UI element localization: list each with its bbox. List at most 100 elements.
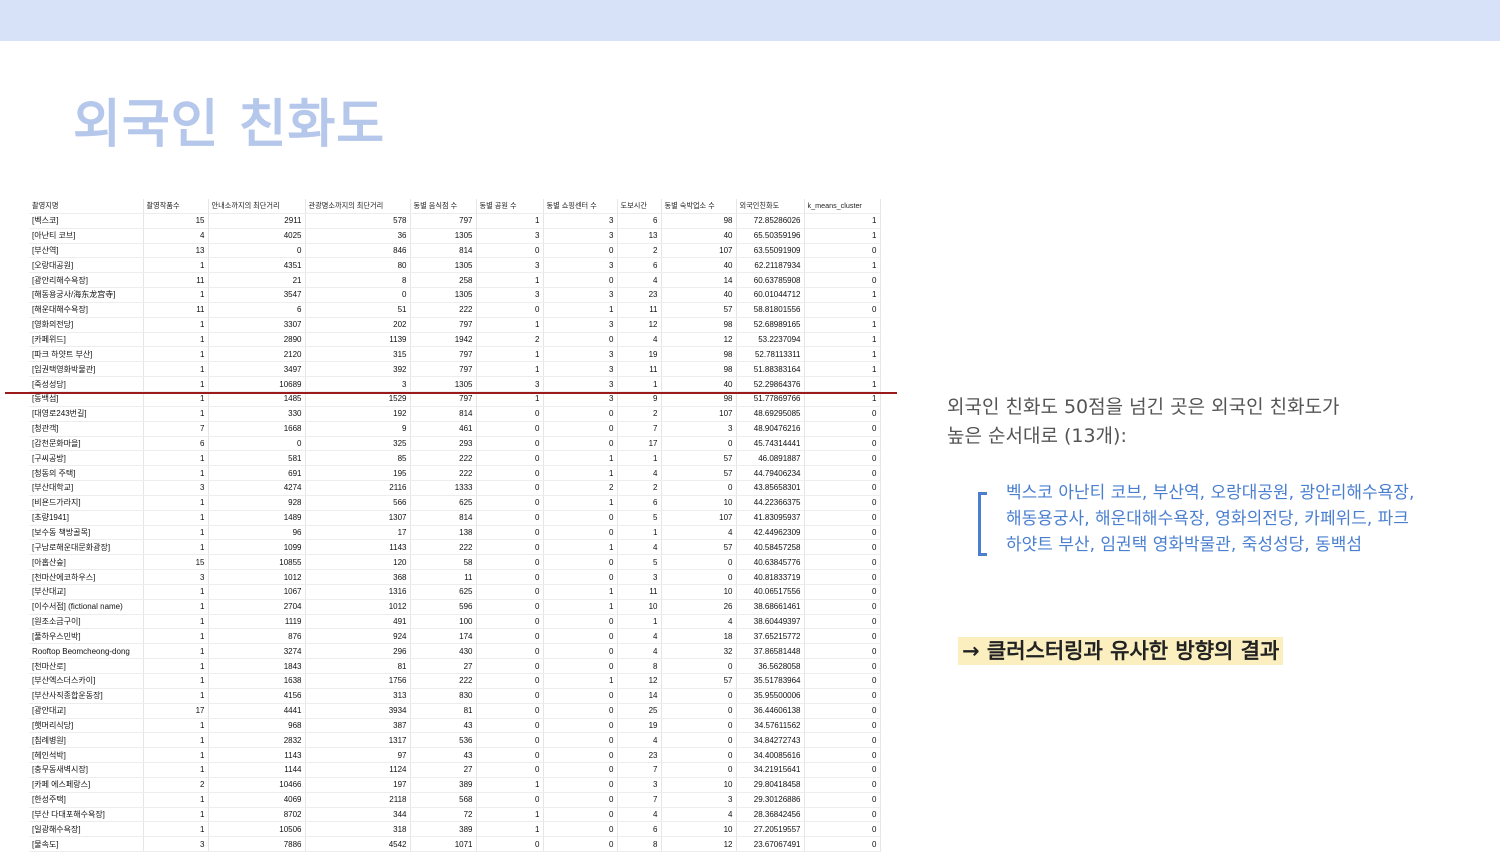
table-row: [부산대교] 1 1067 1316 625 0 1 11 10 40.06517556 0 bbox=[29, 584, 881, 600]
table-cell: 0 bbox=[543, 272, 618, 289]
table-cell: 296 bbox=[305, 643, 411, 660]
location-name-cell: [충무동새벽시장] bbox=[29, 762, 144, 778]
table-cell: 0 bbox=[476, 688, 544, 704]
table-cell: 3 bbox=[476, 257, 544, 274]
table-row: [아난티 코브] 4 4025 36 1305 3 3 13 40 65.50359196 1 bbox=[29, 228, 881, 244]
table-cell: 98 bbox=[661, 213, 737, 229]
table-cell: 0 bbox=[804, 436, 881, 452]
table-cell: 3 bbox=[543, 228, 618, 244]
table-cell: 0 bbox=[543, 554, 618, 571]
location-name-cell: [해운대해수욕장] bbox=[29, 302, 144, 318]
table-row: [광안리해수욕장] 11 21 8 258 1 0 4 14 60.63785908 0 bbox=[29, 272, 881, 289]
table-cell: 1 bbox=[143, 688, 209, 704]
table-cell: 0 bbox=[476, 747, 544, 764]
table-cell: 0 bbox=[543, 807, 618, 823]
table-cell: 1 bbox=[804, 213, 881, 229]
location-name-cell: [부산 다대포해수욕장] bbox=[29, 807, 144, 823]
table-cell: 8702 bbox=[208, 807, 306, 823]
location-name-cell: [풀하우스민박] bbox=[29, 628, 144, 645]
table-cell: 9 bbox=[305, 421, 411, 437]
table-body: [벡스코] 15 2911 578 797 1 3 6 98 72.85286026 1 [아난티 코… bbox=[29, 213, 881, 852]
table-cell: 5 bbox=[617, 554, 662, 571]
table-cell: 0 bbox=[476, 673, 544, 689]
table-row: [물속도] 3 7886 4542 1071 0 0 8 12 23.67067491 0 bbox=[29, 836, 881, 852]
table-cell: 0 bbox=[804, 272, 881, 289]
table-cell: 34.21915641 bbox=[736, 762, 805, 778]
table-cell: 1 bbox=[543, 673, 618, 689]
table-cell: 4 bbox=[617, 272, 662, 289]
table-cell: 1668 bbox=[208, 421, 306, 437]
table-cell: 814 bbox=[410, 510, 477, 526]
table-header-row: 촬영지명 촬영작품수 안내소까지의 최단거리 관광명소까지의 최단거리 동별 음식점 수… bbox=[29, 199, 881, 214]
table-row: [죽성성당] 1 10689 3 1305 3 3 1 40 52.29864376 1 bbox=[29, 376, 881, 392]
column-header: 관광명소까지의 최단거리 bbox=[305, 199, 411, 214]
table-cell: 1 bbox=[143, 346, 209, 363]
table-cell: 0 bbox=[476, 302, 544, 318]
table-cell: 19 bbox=[617, 718, 662, 734]
table-cell: 325 bbox=[305, 436, 411, 452]
table-cell: 6 bbox=[208, 302, 306, 318]
table-cell: 1 bbox=[617, 450, 662, 467]
table-cell: 4156 bbox=[208, 688, 306, 704]
table-cell: 1 bbox=[804, 361, 881, 378]
table-cell: 1 bbox=[143, 762, 209, 778]
table-cell: 2911 bbox=[208, 213, 306, 229]
table-row: [헤인석박] 1 1143 97 43 0 0 23 0 34.40085616 0 bbox=[29, 747, 881, 764]
table-cell: 596 bbox=[410, 599, 477, 615]
table-cell: 581 bbox=[208, 450, 306, 467]
table-cell: 43 bbox=[410, 747, 477, 764]
table-cell: 10506 bbox=[208, 821, 306, 838]
table-cell: 1071 bbox=[410, 836, 477, 852]
table-cell: 1 bbox=[617, 525, 662, 541]
location-name-cell: [광안리해수욕장] bbox=[29, 272, 144, 289]
table-cell: 578 bbox=[305, 213, 411, 229]
table-cell: 222 bbox=[410, 673, 477, 689]
table-cell: 3 bbox=[661, 421, 737, 437]
table-cell: 1012 bbox=[305, 599, 411, 615]
table-row: [부산대학교] 3 4274 2116 1333 0 2 2 0 43.85658301 0 bbox=[29, 480, 881, 496]
table-cell: 0 bbox=[476, 406, 544, 422]
location-name-cell: [초량1941] bbox=[29, 510, 144, 526]
column-header: k_means_cluster bbox=[804, 199, 881, 214]
table-cell: 1 bbox=[543, 465, 618, 482]
table-cell: 10 bbox=[661, 495, 737, 511]
table-cell: 40 bbox=[661, 376, 737, 392]
table-cell: 3274 bbox=[208, 643, 306, 660]
location-name-cell: [원조소금구이] bbox=[29, 614, 144, 630]
table-cell: 1 bbox=[804, 332, 881, 348]
table-cell: 0 bbox=[476, 614, 544, 630]
table-cell: 4 bbox=[617, 643, 662, 660]
table-cell: 0 bbox=[804, 643, 881, 660]
table-cell: 10 bbox=[617, 599, 662, 615]
table-cell: 1 bbox=[143, 718, 209, 734]
column-header: 도보시간 bbox=[617, 199, 662, 214]
table-cell: 34.40085616 bbox=[736, 747, 805, 764]
table-cell: 36.44606138 bbox=[736, 703, 805, 719]
location-name-cell: [임권택영화박물관] bbox=[29, 361, 144, 378]
table-cell: 40 bbox=[661, 287, 737, 303]
table-cell: 34.84272743 bbox=[736, 732, 805, 749]
location-name-cell: [영화의전당] bbox=[29, 317, 144, 333]
table-cell: 0 bbox=[543, 243, 618, 259]
table-cell: 0 bbox=[543, 777, 618, 793]
table-cell: 3 bbox=[617, 777, 662, 793]
location-name-cell: [햇머리식당] bbox=[29, 718, 144, 734]
table-cell: 98 bbox=[661, 346, 737, 363]
table-cell: 0 bbox=[543, 436, 618, 452]
table-cell: 0 bbox=[305, 287, 411, 303]
table-cell: 4025 bbox=[208, 228, 306, 244]
table-cell: 1 bbox=[143, 643, 209, 660]
table-row: [구남로해운대문화광장] 1 1099 1143 222 0 1 4 57 40.58457258… bbox=[29, 539, 881, 556]
table-row: [구씨공방] 1 581 85 222 0 1 1 57 46.0891887 0 bbox=[29, 450, 881, 467]
table-cell: 318 bbox=[305, 821, 411, 838]
table-cell: 42.44962309 bbox=[736, 525, 805, 541]
location-name-cell: [오랑대공원] bbox=[29, 257, 144, 274]
table-cell: 0 bbox=[543, 718, 618, 734]
table-cell: 1 bbox=[143, 807, 209, 823]
table-cell: 1 bbox=[804, 257, 881, 274]
table-cell: 97 bbox=[305, 747, 411, 764]
table-cell: 1119 bbox=[208, 614, 306, 630]
table-cell: 37.86581448 bbox=[736, 643, 805, 660]
location-name-cell: [보수동 책방골목] bbox=[29, 525, 144, 541]
table-cell: 6 bbox=[617, 495, 662, 511]
